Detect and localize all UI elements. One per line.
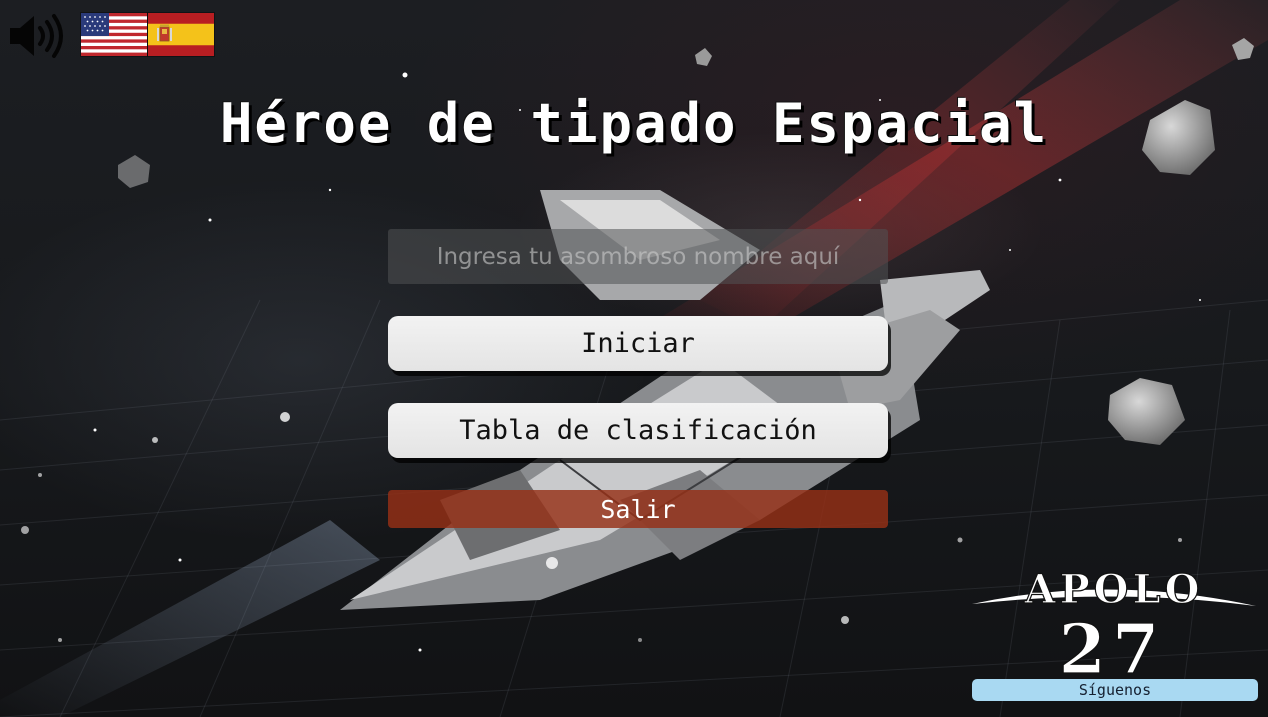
asteroid <box>695 48 712 66</box>
apolo-27-logo: APOLO 27 <box>972 566 1256 681</box>
game-title: Héroe de tipado Espacial <box>219 92 1049 155</box>
blue-engine-beam <box>0 520 380 717</box>
exit-button[interactable]: Salir <box>388 490 888 528</box>
speaker-icon[interactable] <box>6 12 70 60</box>
leaderboard-button[interactable]: Tabla de clasificación <box>388 403 888 458</box>
asteroid <box>1108 378 1185 445</box>
us-flag-icon[interactable] <box>81 13 147 56</box>
main-menu-screen: Héroe de tipado Espacial Iniciar Tabla d… <box>0 0 1268 717</box>
spain-flag-icon[interactable] <box>148 13 214 56</box>
asteroid <box>118 155 150 188</box>
logo-number: 27 <box>1059 610 1166 681</box>
start-button[interactable]: Iniciar <box>388 316 888 371</box>
player-name-input[interactable] <box>388 229 888 284</box>
follow-us-button[interactable]: Síguenos <box>972 679 1258 701</box>
logo-name: APOLO <box>1024 566 1204 613</box>
